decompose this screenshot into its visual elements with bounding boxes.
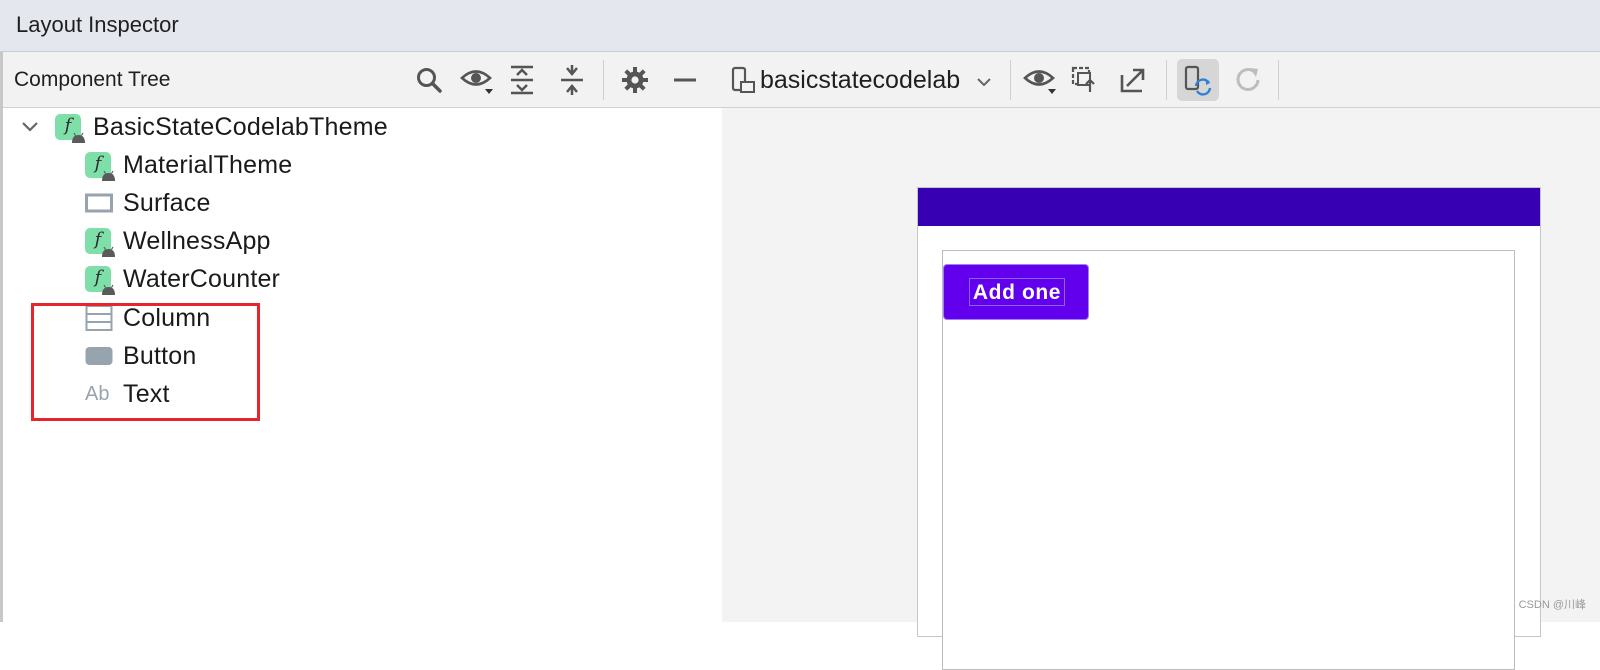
highlight-box [31, 303, 260, 421]
gear-icon[interactable] [617, 62, 653, 98]
inspector-toolbar: basicstatecodelab [722, 52, 1600, 108]
tree-node-label: MaterialTheme [123, 150, 293, 179]
window-title: Layout Inspector [16, 12, 179, 37]
collapse-all-icon[interactable] [554, 62, 590, 98]
tree-node-watercounter[interactable]: f WaterCounter [85, 260, 280, 298]
toolbar-separator [1010, 60, 1011, 100]
tree-node-label: BasicStateCodelabTheme [93, 112, 388, 141]
tree-node-label: WaterCounter [123, 264, 281, 293]
chevron-down-icon[interactable] [972, 64, 996, 100]
component-tree-header: Component Tree [3, 52, 722, 108]
minimize-icon[interactable] [667, 62, 703, 98]
app-bar [918, 188, 1540, 226]
eye-icon[interactable] [1022, 62, 1058, 98]
export-icon[interactable] [1115, 62, 1151, 98]
tree-node-surface[interactable]: Surface [85, 184, 211, 222]
compose-function-icon: f [85, 151, 115, 181]
inspector-preview-panel: basicstatecodelab Add one [722, 52, 1600, 670]
surface-icon [85, 189, 113, 217]
expand-all-icon[interactable] [504, 62, 540, 98]
tree-node-materialtheme[interactable]: f MaterialTheme [85, 146, 292, 184]
title-bar: Layout Inspector [0, 0, 1600, 52]
refresh-icon[interactable] [1230, 62, 1266, 98]
watermark: CSDN @川峰 [1518, 599, 1586, 611]
eye-icon[interactable] [459, 62, 495, 98]
add-one-button[interactable]: Add one [943, 264, 1089, 320]
add-one-button-label: Add one [969, 278, 1065, 306]
snapshot-icon[interactable] [1067, 62, 1103, 98]
compose-function-icon: f [85, 265, 115, 295]
component-tree-title: Component Tree [14, 68, 171, 91]
live-updates-icon[interactable] [1180, 62, 1216, 98]
toolbar-separator [1278, 60, 1279, 100]
tree-node-label: Surface [123, 188, 211, 217]
device-icon [724, 62, 760, 98]
preview-column[interactable]: Add one [942, 250, 1515, 670]
tree-node-label: WellnessApp [123, 226, 271, 255]
process-selector[interactable]: basicstatecodelab [760, 66, 960, 95]
chevron-down-icon[interactable] [19, 116, 41, 138]
toolbar-separator [1166, 60, 1167, 100]
search-icon[interactable] [411, 62, 447, 98]
toolbar-separator [603, 60, 604, 100]
compose-function-icon: f [85, 227, 115, 257]
compose-function-icon: f [55, 113, 85, 143]
tree-node-basicstatecodelabtheme[interactable]: f BasicStateCodelabTheme [19, 108, 388, 146]
device-preview[interactable]: Add one [917, 187, 1541, 670]
tree-node-wellnessapp[interactable]: f WellnessApp [85, 222, 271, 260]
